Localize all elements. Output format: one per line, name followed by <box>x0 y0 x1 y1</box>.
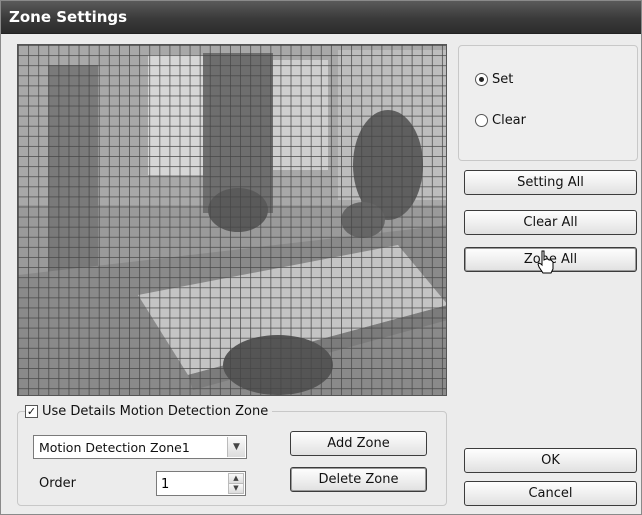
detection-zone-grid[interactable] <box>18 45 446 395</box>
use-details-checkbox[interactable]: ✓ <box>25 405 38 418</box>
radio-set-option[interactable]: Set <box>475 72 513 87</box>
radio-clear[interactable] <box>475 114 488 127</box>
add-zone-button[interactable]: Add Zone <box>290 431 427 456</box>
chevron-down-icon[interactable]: ▼ <box>228 483 244 494</box>
delete-zone-button[interactable]: Delete Zone <box>290 467 427 492</box>
ok-button[interactable]: OK <box>464 448 637 473</box>
zone-select-value: Motion Detection Zone1 <box>39 440 190 455</box>
window-title: Zone Settings <box>9 8 128 26</box>
title-bar[interactable]: Zone Settings <box>1 1 641 34</box>
order-spinner[interactable]: ▲ ▼ <box>156 471 246 496</box>
radio-set[interactable] <box>475 73 488 86</box>
order-label: Order <box>39 476 76 491</box>
cancel-button[interactable]: Cancel <box>464 481 637 506</box>
order-input[interactable] <box>161 475 221 493</box>
setting-all-button[interactable]: Setting All <box>464 170 637 195</box>
clear-all-button[interactable]: Clear All <box>464 210 637 235</box>
radio-clear-option[interactable]: Clear <box>475 113 526 128</box>
radio-set-label: Set <box>492 72 514 87</box>
chevron-down-icon[interactable]: ▼ <box>227 437 245 457</box>
hand-pointer-icon <box>537 250 554 274</box>
camera-preview-grid[interactable] <box>17 44 447 396</box>
zone-select[interactable]: Motion Detection Zone1 ▼ <box>33 435 247 459</box>
mode-radio-group: Set Clear <box>458 45 638 161</box>
radio-clear-label: Clear <box>492 113 526 128</box>
use-details-checkbox-row[interactable]: ✓ Use Details Motion Detection Zone <box>25 404 273 419</box>
zone-settings-dialog: Zone Settings Set Clear Setting All Clea… <box>0 0 642 515</box>
use-details-label: Use Details Motion Detection Zone <box>42 404 269 419</box>
